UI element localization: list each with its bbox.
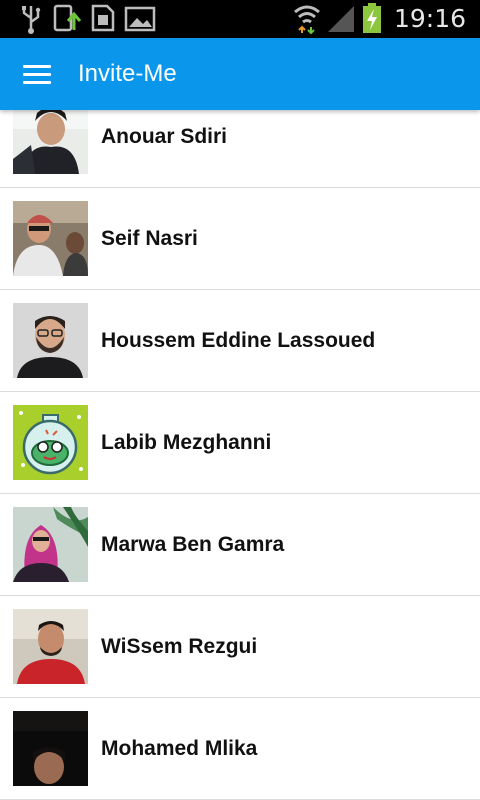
list-item[interactable]: Houssem Eddine Lassoued: [0, 290, 480, 392]
contact-name: Seif Nasri: [101, 227, 198, 250]
contact-list[interactable]: Anouar Sdiri Seif Nasri Houssem Eddine L…: [0, 86, 480, 800]
status-bar: 19:16: [0, 0, 480, 38]
list-item[interactable]: Marwa Ben Gamra: [0, 494, 480, 596]
wifi-icon: [294, 5, 320, 35]
gallery-icon: [124, 6, 156, 32]
list-item[interactable]: WiSsem Rezgui: [0, 596, 480, 698]
avatar: [13, 507, 88, 582]
contact-name: WiSsem Rezgui: [101, 635, 258, 658]
battery-charging-icon: [363, 3, 381, 33]
app-bar: Invite-Me: [0, 38, 480, 110]
hamburger-menu-icon[interactable]: [14, 52, 60, 96]
contact-name: Labib Mezghanni: [101, 431, 272, 454]
avatar: [13, 405, 88, 480]
avatar: [13, 99, 88, 174]
sim-icon: [91, 4, 115, 32]
list-item[interactable]: Labib Mezghanni: [0, 392, 480, 494]
avatar: [13, 609, 88, 684]
list-item[interactable]: Seif Nasri: [0, 188, 480, 290]
upload-icon: [53, 4, 82, 32]
avatar: [13, 303, 88, 378]
contact-name: Marwa Ben Gamra: [101, 533, 285, 556]
signal-icon: [328, 6, 354, 32]
avatar: [13, 201, 88, 276]
usb-icon: [22, 6, 41, 34]
list-item[interactable]: Mohamed Mlika: [0, 698, 480, 800]
app-title: Invite-Me: [78, 60, 177, 87]
contact-name: Mohamed Mlika: [101, 737, 258, 760]
avatar: [13, 711, 88, 786]
clock: 19:16: [393, 4, 466, 33]
contact-name: Houssem Eddine Lassoued: [101, 329, 376, 352]
